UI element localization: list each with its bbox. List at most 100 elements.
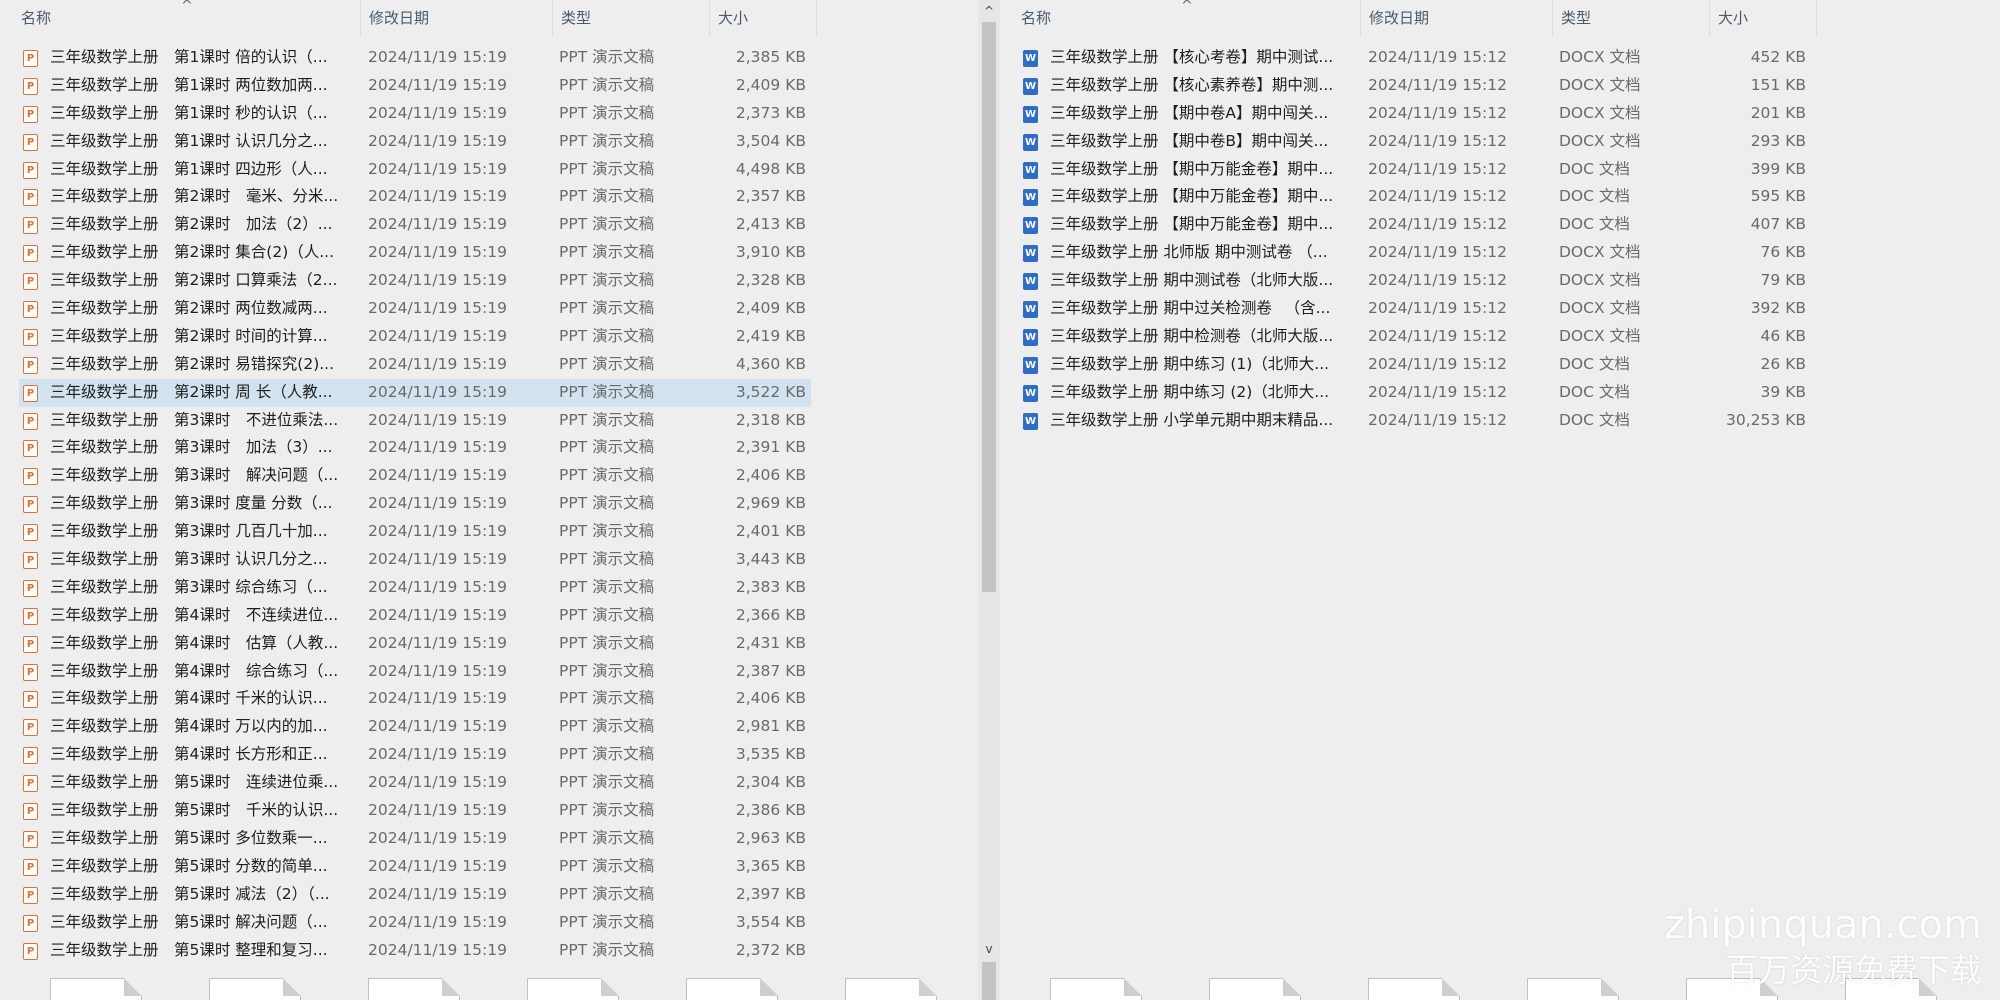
file-size: 2,387 KB [735,661,806,680]
file-row[interactable]: W 三年级数学上册 【期中万能金卷】期中... 2024/11/19 15:12 DO… [1000,183,2000,211]
word-file-icon: W [1023,412,1038,430]
file-thumbnail[interactable] [1368,978,1460,1000]
file-type: PPT 演示文稿 [559,801,655,820]
file-row[interactable]: P 三年级数学上册 第5课时 解决问题（... 2024/11/19 15:19 PP… [0,909,978,937]
file-row[interactable]: P 三年级数学上册 第5课时 分数的简单... 2024/11/19 15:19 PP… [0,853,978,881]
file-row[interactable]: P 三年级数学上册 第2课时 两位数减两... 2024/11/19 15:19 PP… [0,295,978,323]
file-type: PPT 演示文稿 [559,633,655,652]
file-name: 三年级数学上册 第4课时 综合练习（... [50,661,339,680]
file-row[interactable]: W 三年级数学上册 小学单元期中期末精品... 2024/11/19 15:12 DO… [1000,407,2000,435]
file-thumbnail[interactable] [1527,978,1619,1000]
file-row[interactable]: P 三年级数学上册 第3课时 度量 分数（... 2024/11/19 15:19 P… [0,490,978,518]
file-row[interactable]: W 三年级数学上册 期中过关检测卷 （含... 2024/11/19 15:12 DO… [1000,295,2000,323]
file-type: DOCX 文档 [1559,48,1641,66]
file-row[interactable]: W 三年级数学上册 【期中万能金卷】期中... 2024/11/19 15:12 DO… [1000,156,2000,184]
column-header-name[interactable]: ^ 名称 [1013,0,1361,36]
file-row[interactable]: P 三年级数学上册 第2课时 毫米、分米... 2024/11/19 15:19 PP… [0,183,978,211]
file-size: 3,504 KB [735,131,806,150]
file-size: 201 KB [1750,103,1806,122]
column-header-size[interactable]: 大小 [710,0,817,36]
file-thumbnail[interactable] [686,978,778,1000]
file-row[interactable]: W 三年级数学上册 期中检测卷（北师大版... 2024/11/19 15:12 DO… [1000,323,2000,351]
file-row[interactable]: P 三年级数学上册 第4课时 万以内的加... 2024/11/19 15:19 PP… [0,713,978,741]
file-row[interactable]: P 三年级数学上册 第2课时 加法（2）... 2024/11/19 15:19 PP… [0,211,978,239]
file-row[interactable]: W 三年级数学上册 期中测试卷（北师大版... 2024/11/19 15:12 DO… [1000,267,2000,295]
file-row[interactable]: P 三年级数学上册 第2课时 集合(2)（人... 2024/11/19 15:19… [0,239,978,267]
file-row[interactable]: P 三年级数学上册 第2课时 口算乘法（2... 2024/11/19 15:19 P… [0,267,978,295]
file-row[interactable]: P 三年级数学上册 第3课时 几百几十加... 2024/11/19 15:19 PP… [0,518,978,546]
file-row[interactable]: P 三年级数学上册 第1课时 认识几分之... 2024/11/19 15:19 PP… [0,128,978,156]
file-row[interactable]: P 三年级数学上册 第3课时 不进位乘法... 2024/11/19 15:19 PP… [0,407,978,435]
file-modified-date: 2024/11/19 15:19 [368,717,507,736]
file-name: 三年级数学上册 【期中卷A】期中闯关... [1050,103,1329,122]
file-row[interactable]: P 三年级数学上册 第2课时 周 长（人教... 2024/11/19 15:19 P… [0,378,978,407]
file-row[interactable]: W 三年级数学上册 【期中卷B】期中闯关... 2024/11/19 15:12 DO… [1000,128,2000,156]
file-row[interactable]: P 三年级数学上册 第2课时 时间的计算... 2024/11/19 15:19 PP… [0,323,978,351]
file-row[interactable]: P 三年级数学上册 第4课时 不连续进位... 2024/11/19 15:19 PP… [0,602,978,630]
file-size: 3,443 KB [735,550,806,569]
file-modified-date: 2024/11/19 15:19 [368,354,507,373]
left-file-list-pane: ^ 名称 修改日期 类型 大小 P 三年级数学上册 第1课时 倍的认识（... 20… [0,0,978,1000]
file-row[interactable]: P 三年级数学上册 第2课时 易错探究(2)... 2024/11/19 15:19… [0,351,978,379]
file-icon-cell: P [23,128,41,156]
column-header-size[interactable]: 大小 [1710,0,1817,36]
scroll-down-arrow-icon[interactable]: v [978,938,1000,960]
ppt-file-icon: P [23,412,38,430]
file-thumbnail[interactable] [50,978,142,1000]
column-header-date[interactable]: 修改日期 [361,0,553,36]
file-thumbnail[interactable] [1050,978,1142,1000]
file-name: 三年级数学上册 【核心素养卷】期中测... [1050,75,1334,94]
column-header-date[interactable]: 修改日期 [1361,0,1553,36]
file-row[interactable]: W 三年级数学上册 北师版 期中测试卷 （... 2024/11/19 15:12 D… [1000,239,2000,267]
file-thumbnail[interactable] [1209,978,1301,1000]
file-row[interactable]: P 三年级数学上册 第3课时 认识几分之... 2024/11/19 15:19 PP… [0,546,978,574]
scrollbar-lower-track[interactable] [982,962,996,1000]
file-row[interactable]: P 三年级数学上册 第5课时 千米的认识... 2024/11/19 15:19 PP… [0,797,978,825]
file-row[interactable]: P 三年级数学上册 第3课时 综合练习（... 2024/11/19 15:19 PP… [0,574,978,602]
file-row[interactable]: P 三年级数学上册 第3课时 加法（3）... 2024/11/19 15:19 PP… [0,434,978,462]
file-row[interactable]: W 三年级数学上册 期中练习 (2)（北师大... 2024/11/19 15:12… [1000,379,2000,407]
column-header-type[interactable]: 类型 [1553,0,1710,36]
scroll-up-arrow-icon[interactable]: ^ [978,0,1000,22]
file-row[interactable]: W 三年级数学上册 期中练习 (1)（北师大... 2024/11/19 15:12… [1000,351,2000,379]
file-thumbnail[interactable] [209,978,301,1000]
file-row[interactable]: P 三年级数学上册 第1课时 两位数加两... 2024/11/19 15:19 PP… [0,72,978,100]
file-row[interactable]: P 三年级数学上册 第4课时 估算（人教... 2024/11/19 15:19 PP… [0,630,978,658]
file-row[interactable]: P 三年级数学上册 第1课时 四边形（人... 2024/11/19 15:19 PP… [0,156,978,184]
column-header-name[interactable]: ^ 名称 [13,0,361,36]
file-modified-date: 2024/11/19 15:19 [368,466,507,485]
file-row[interactable]: P 三年级数学上册 第4课时 千米的认识... 2024/11/19 15:19 PP… [0,685,978,713]
file-row[interactable]: W 三年级数学上册 【核心考卷】期中测试... 2024/11/19 15:12 DO… [1000,44,2000,72]
file-row[interactable]: W 三年级数学上册 【期中万能金卷】期中... 2024/11/19 15:12 DO… [1000,211,2000,239]
file-modified-date: 2024/11/19 15:19 [368,215,507,234]
file-row[interactable]: P 三年级数学上册 第3课时 解决问题（... 2024/11/19 15:19 PP… [0,462,978,490]
file-icon-cell: W [1023,295,1041,323]
file-thumbnail[interactable] [368,978,460,1000]
file-thumbnail[interactable] [527,978,619,1000]
file-row[interactable]: W 三年级数学上册 【核心素养卷】期中测... 2024/11/19 15:12 DO… [1000,72,2000,100]
file-row[interactable]: P 三年级数学上册 第5课时 连续进位乘... 2024/11/19 15:19 PP… [0,769,978,797]
file-icon-cell: W [1023,44,1041,72]
file-size: 2,357 KB [735,187,806,206]
column-header-type[interactable]: 类型 [553,0,710,36]
file-type: DOCX 文档 [1559,131,1641,150]
file-row[interactable]: P 三年级数学上册 第5课时 减法（2）（... 2024/11/19 15:19 P… [0,881,978,909]
file-type: DOC 文档 [1559,159,1630,178]
file-row[interactable]: P 三年级数学上册 第4课时 长方形和正... 2024/11/19 15:19 PP… [0,741,978,769]
file-icon-cell: W [1023,407,1041,435]
file-row[interactable]: W 三年级数学上册 【期中卷A】期中闯关... 2024/11/19 15:12 DO… [1000,100,2000,128]
file-icon-cell: P [23,909,41,937]
file-row[interactable]: P 三年级数学上册 第5课时 整理和复习... 2024/11/19 15:19 PP… [0,937,978,965]
file-row[interactable]: P 三年级数学上册 第5课时 多位数乘一... 2024/11/19 15:19 PP… [0,825,978,853]
file-size: 392 KB [1750,299,1806,318]
vertical-scrollbar[interactable]: ^ v [978,0,1000,1000]
file-thumbnail[interactable] [845,978,937,1000]
file-size: 2,373 KB [735,103,806,122]
file-row[interactable]: P 三年级数学上册 第1课时 秒的认识（... 2024/11/19 15:19 PP… [0,100,978,128]
file-icon-cell: W [1023,156,1041,184]
scrollbar-thumb[interactable] [982,22,996,592]
file-row[interactable]: P 三年级数学上册 第4课时 综合练习（... 2024/11/19 15:19 PP… [0,658,978,686]
file-row[interactable]: P 三年级数学上册 第1课时 倍的认识（... 2024/11/19 15:19 PP… [0,44,978,72]
column-header-date-label: 修改日期 [369,9,430,27]
word-file-icon: W [1023,301,1038,319]
